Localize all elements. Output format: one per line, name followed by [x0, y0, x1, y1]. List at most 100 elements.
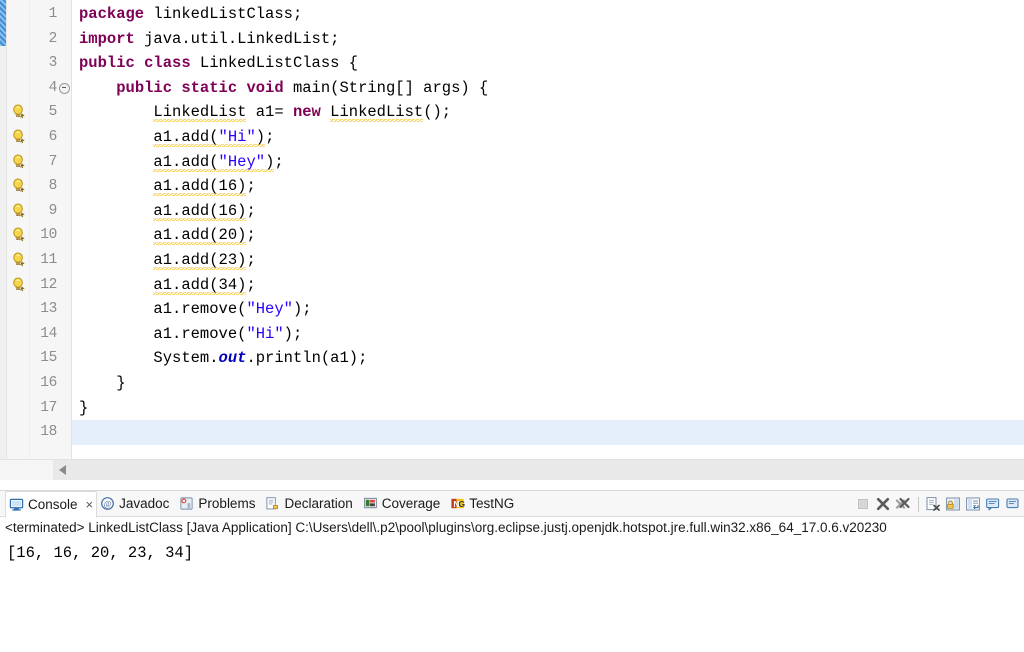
collapse-marker-icon[interactable] — [59, 82, 70, 94]
remove-all-terminated-button[interactable] — [895, 496, 912, 513]
line-number: 17 — [40, 399, 57, 416]
line-number-ruler: 1 2 3 4 5 6 7 8 9 10 11 12 13 14 15 16 17 18 — [30, 0, 58, 459]
code-line[interactable]: } — [72, 396, 1024, 421]
code-token: } — [79, 373, 126, 392]
fold-slot — [58, 322, 71, 347]
code-text-area[interactable]: package linkedListClass; import java.util… — [72, 0, 1024, 459]
code-line[interactable]: LinkedList a1= new LinkedList(); — [72, 100, 1024, 125]
line-number: 18 — [40, 424, 57, 441]
code-line[interactable]: public class LinkedListClass { — [72, 51, 1024, 76]
line-number: 9 — [48, 202, 58, 219]
code-token: ; — [246, 275, 256, 294]
scroll-lock-button[interactable] — [945, 496, 962, 513]
fold-slot — [58, 199, 71, 224]
warning-bulb-icon[interactable] — [11, 154, 26, 169]
code-token: System. — [153, 349, 219, 368]
code-line[interactable]: } — [72, 371, 1024, 396]
remove-launch-button[interactable] — [875, 496, 892, 513]
line-number: 13 — [40, 301, 57, 318]
console-toolbar[interactable] — [855, 494, 1022, 514]
code-line[interactable]: a1.add(20); — [72, 223, 1024, 248]
warning-bulb-icon[interactable] — [11, 203, 26, 218]
editor-horizontal-scrollbar[interactable] — [0, 459, 1024, 480]
code-token: ); — [292, 300, 312, 319]
code-token: a1.remove( — [153, 324, 247, 343]
scroll-left-arrow-icon[interactable] — [59, 465, 66, 475]
launch-terminated-label: <terminated> LinkedListClass [Java Appli… — [0, 517, 1024, 540]
code-line[interactable]: import java.util.LinkedList; — [72, 27, 1024, 52]
tab-coverage[interactable]: Coverage — [360, 491, 448, 516]
warning-bulb-icon[interactable] — [11, 277, 26, 292]
code-line[interactable]: public static void main(String[] args) { — [72, 76, 1024, 101]
fold-collapse-icon[interactable] — [58, 76, 71, 101]
code-token: ; — [246, 177, 256, 196]
java-editor[interactable]: 1 2 3 4 5 6 7 8 9 10 11 12 13 14 15 16 17 18 package link… — [0, 0, 1024, 486]
tab-problems[interactable]: Problems — [176, 491, 262, 516]
console-output-text[interactable]: [16, 16, 20, 23, 34] — [0, 540, 1024, 648]
console-icon — [9, 497, 24, 512]
line-number: 15 — [40, 350, 57, 367]
coverage-icon — [363, 496, 378, 511]
fold-slot — [58, 297, 71, 322]
code-token: package — [79, 5, 145, 23]
code-line-current[interactable] — [72, 420, 1024, 445]
fold-slot — [58, 125, 71, 150]
scrollbar-track[interactable] — [53, 460, 1024, 480]
fold-slot — [58, 371, 71, 396]
code-line[interactable]: a1.add(23); — [72, 248, 1024, 273]
terminate-button — [855, 496, 872, 513]
warning-bulb-icon[interactable] — [11, 227, 26, 242]
code-token: (); — [423, 103, 452, 122]
tab-javadoc[interactable]: @ Javadoc — [97, 491, 176, 516]
annotation-gutter[interactable] — [7, 0, 30, 459]
code-line[interactable]: a1.add(16); — [72, 174, 1024, 199]
line-number: 7 — [48, 153, 58, 170]
folding-ruler[interactable] — [58, 0, 72, 459]
warning-bulb-icon[interactable] — [11, 104, 26, 119]
code-line[interactable]: a1.add("Hey"); — [72, 150, 1024, 175]
code-line[interactable]: a1.add(16); — [72, 199, 1024, 224]
code-token: public class — [79, 54, 191, 73]
code-token: LinkedList — [153, 103, 247, 123]
code-line[interactable]: a1.add("Hi"); — [72, 125, 1024, 150]
code-token: java.util.LinkedList; — [134, 29, 340, 48]
line-number: 4 — [48, 79, 58, 96]
line-number: 12 — [40, 276, 57, 293]
code-line[interactable]: System.out.println(a1); — [72, 346, 1024, 371]
tab-label: Problems — [198, 496, 256, 511]
show-console-button[interactable] — [985, 496, 1002, 513]
tab-label: Coverage — [381, 496, 441, 511]
editor-body[interactable]: 1 2 3 4 5 6 7 8 9 10 11 12 13 14 15 16 17 18 package link… — [0, 0, 1024, 459]
line-number: 1 — [48, 6, 58, 22]
tab-close-icon[interactable]: × — [86, 498, 94, 511]
line-number: 10 — [40, 227, 57, 244]
bottom-panel: Console × @ Javadoc Problems Declaration Cover… — [0, 490, 1024, 652]
eclipse-ide-window: 1 2 3 4 5 6 7 8 9 10 11 12 13 14 15 16 17 18 package link… — [0, 0, 1024, 652]
line-number: 6 — [48, 128, 58, 145]
javadoc-icon: @ — [100, 496, 115, 511]
code-line[interactable]: a1.add(34); — [72, 273, 1024, 298]
problems-icon — [179, 496, 194, 511]
fold-slot — [58, 51, 71, 76]
warning-bulb-icon[interactable] — [11, 129, 26, 144]
word-wrap-button[interactable] — [965, 496, 982, 513]
line-number: 3 — [48, 55, 58, 72]
line-number: 2 — [48, 30, 58, 47]
panel-tab-bar[interactable]: Console × @ Javadoc Problems Declaration Cover… — [0, 490, 1024, 518]
code-token: ; — [246, 250, 256, 269]
warning-bulb-icon[interactable] — [11, 252, 26, 267]
code-line[interactable]: a1.remove("Hi"); — [72, 322, 1024, 347]
fold-slot — [58, 273, 71, 298]
tab-console[interactable]: Console × — [5, 490, 98, 518]
pin-console-button[interactable] — [1005, 496, 1022, 513]
code-line[interactable]: a1.remove("Hey"); — [72, 297, 1024, 322]
tab-testng[interactable]: N G TestNG — [447, 491, 521, 516]
clear-console-button[interactable] — [925, 496, 942, 513]
code-token: LinkedListClass { — [190, 54, 359, 73]
code-line[interactable]: package linkedListClass; — [72, 2, 1024, 27]
tab-declaration[interactable]: Declaration — [262, 491, 359, 516]
warning-bulb-icon[interactable] — [11, 178, 26, 193]
